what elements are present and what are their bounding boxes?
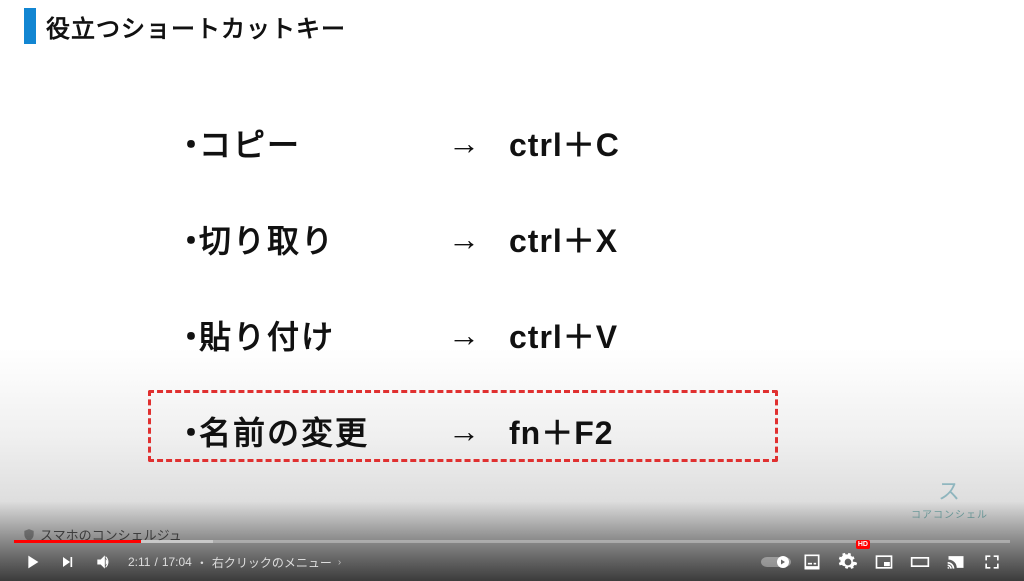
bullet: ・ bbox=[175, 312, 189, 358]
miniplayer-icon bbox=[874, 552, 894, 572]
brand-right-text: コアコンシェル bbox=[911, 506, 988, 521]
time-sep: / bbox=[154, 555, 157, 569]
subtitles-button[interactable] bbox=[794, 544, 830, 580]
bullet: ・ bbox=[175, 216, 189, 262]
fullscreen-button[interactable] bbox=[974, 544, 1010, 580]
video-frame: 役立つショートカットキー ・ コピー → ctrl＋C ・ 切り取り → ctr… bbox=[0, 0, 1024, 581]
miniplayer-button[interactable] bbox=[866, 544, 902, 580]
mute-button[interactable] bbox=[86, 544, 122, 580]
arrow-icon: → bbox=[419, 125, 509, 162]
fullscreen-icon bbox=[982, 552, 1002, 572]
autoplay-toggle[interactable] bbox=[758, 544, 794, 580]
slide-title-bar: 役立つショートカットキー bbox=[0, 0, 1024, 44]
highlight-box bbox=[148, 390, 778, 462]
play-icon bbox=[21, 551, 43, 573]
list-item: ・ 貼り付け → ctrl＋V bbox=[175, 312, 620, 358]
cast-button[interactable] bbox=[938, 544, 974, 580]
chapter-title[interactable]: 右クリックのメニュー bbox=[212, 554, 332, 571]
chevron-right-icon[interactable]: › bbox=[338, 557, 341, 568]
shortcut-keys: ctrl＋X bbox=[509, 216, 618, 262]
hd-badge: HD bbox=[856, 540, 870, 549]
time-current: 2:11 bbox=[128, 555, 150, 569]
bullet: ・ bbox=[175, 120, 189, 166]
shortcut-label: コピー bbox=[199, 120, 419, 166]
brand-mark-icon: ス bbox=[911, 474, 988, 506]
theater-icon bbox=[909, 552, 931, 572]
channel-watermark-bottom-right: ス コアコンシェル bbox=[911, 474, 988, 521]
play-button[interactable] bbox=[14, 544, 50, 580]
chapter-sep: ・ bbox=[196, 554, 208, 571]
shortcut-label: 切り取り bbox=[199, 216, 419, 262]
cast-icon bbox=[946, 552, 966, 572]
next-icon bbox=[58, 552, 78, 572]
toggle-icon bbox=[761, 555, 791, 569]
volume-icon bbox=[94, 552, 114, 572]
arrow-icon: → bbox=[419, 221, 509, 258]
shortcut-keys: ctrl＋V bbox=[509, 312, 618, 358]
subtitles-icon bbox=[802, 552, 822, 572]
player-controls: 2:11 / 17:04 ・ 右クリックのメニュー › HD bbox=[0, 543, 1024, 581]
gear-icon bbox=[838, 552, 858, 572]
list-item: ・ 切り取り → ctrl＋X bbox=[175, 216, 620, 262]
theater-button[interactable] bbox=[902, 544, 938, 580]
arrow-icon: → bbox=[419, 317, 509, 354]
shortcut-label: 貼り付け bbox=[199, 312, 419, 358]
shortcut-keys: ctrl＋C bbox=[509, 120, 620, 166]
title-accent bbox=[24, 8, 36, 44]
time-display: 2:11 / 17:04 ・ 右クリックのメニュー › bbox=[128, 554, 341, 571]
list-item: ・ コピー → ctrl＋C bbox=[175, 120, 620, 166]
next-button[interactable] bbox=[50, 544, 86, 580]
time-total: 17:04 bbox=[162, 555, 192, 569]
settings-button[interactable]: HD bbox=[830, 544, 866, 580]
slide-title: 役立つショートカットキー bbox=[46, 9, 346, 44]
video-player: 役立つショートカットキー ・ コピー → ctrl＋C ・ 切り取り → ctr… bbox=[0, 0, 1024, 581]
